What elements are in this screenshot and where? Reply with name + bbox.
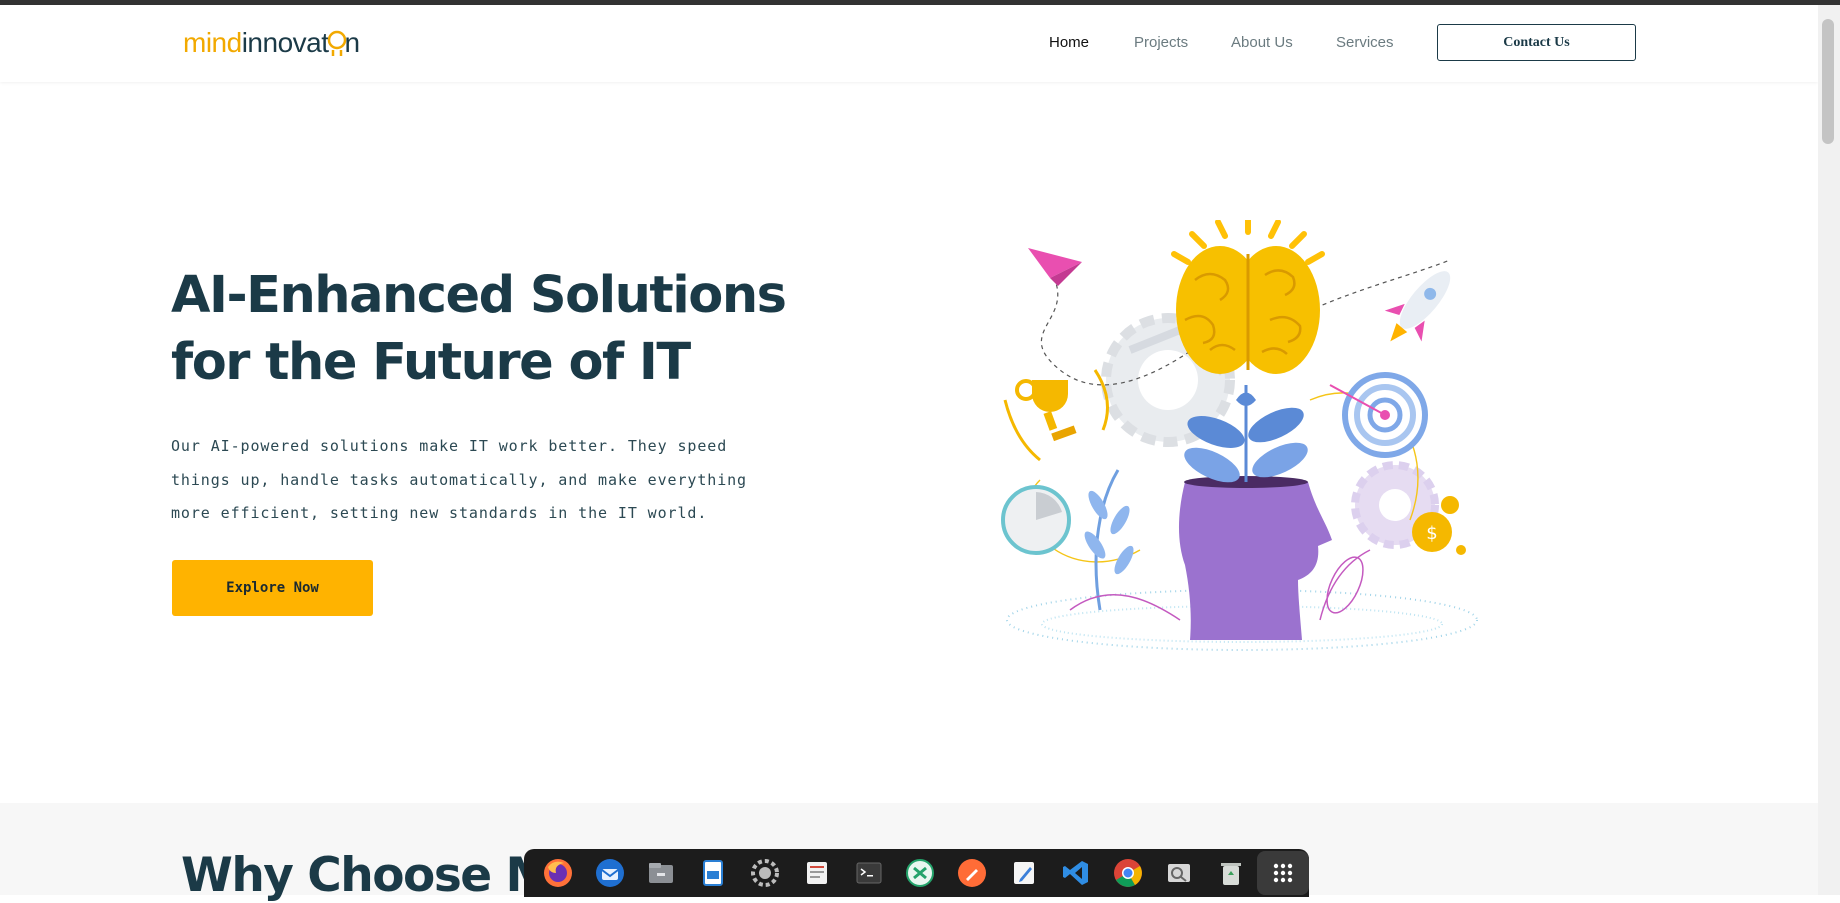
lightbulb-icon	[327, 30, 347, 65]
svg-text:$: $	[1426, 523, 1437, 544]
settings-icon[interactable]	[739, 851, 791, 895]
files-icon[interactable]	[636, 851, 688, 895]
trash-icon[interactable]	[1205, 851, 1257, 895]
postman-icon[interactable]	[946, 851, 998, 895]
logo[interactable]: mindinnovat n	[183, 27, 360, 65]
taskbar-dock	[524, 849, 1309, 897]
terminal-icon[interactable]	[843, 851, 895, 895]
hero-description: Our AI-powered solutions make IT work be…	[171, 437, 747, 522]
nav-projects[interactable]: Projects	[1134, 34, 1188, 51]
nav-services[interactable]: Services	[1336, 34, 1394, 51]
site-header: mindinnovat n Home Projects About Us Serv…	[0, 5, 1818, 82]
scrollbar-thumb[interactable]	[1822, 19, 1834, 144]
text-editor-icon[interactable]	[998, 851, 1050, 895]
writer-icon[interactable]	[687, 851, 739, 895]
contact-us-button[interactable]: Contact Us	[1437, 24, 1636, 61]
remote-desktop-icon[interactable]	[895, 851, 947, 895]
explore-now-button[interactable]: Explore Now	[172, 560, 373, 616]
hero-title: AI-Enhanced Solutions for the Future of …	[171, 266, 787, 392]
document-viewer-icon[interactable]	[791, 851, 843, 895]
page-scrollbar[interactable]	[1818, 5, 1840, 895]
app-grid-icon[interactable]	[1257, 851, 1309, 895]
logo-tail-text: n	[344, 27, 361, 58]
logo-mind-text: mind	[183, 27, 242, 58]
firefox-icon[interactable]	[532, 851, 584, 895]
image-viewer-icon[interactable]	[1154, 851, 1206, 895]
head-with-brain-growing-plant-icon: $	[1001, 220, 1478, 651]
logo-innov-text: innovat	[241, 27, 329, 58]
nav-home[interactable]: Home	[1049, 34, 1089, 51]
thunderbird-icon[interactable]	[584, 851, 636, 895]
vscode-icon[interactable]	[1050, 851, 1102, 895]
nav-about-us[interactable]: About Us	[1231, 34, 1293, 51]
chrome-icon[interactable]	[1102, 851, 1154, 895]
